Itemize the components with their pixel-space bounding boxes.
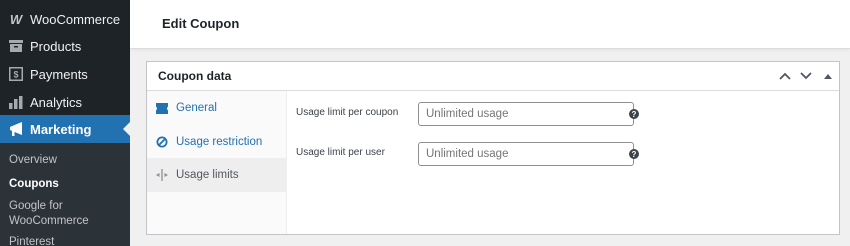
limits-icon	[155, 168, 169, 182]
usage-limit-per-user-input[interactable]	[418, 142, 634, 166]
menu-label: Products	[30, 38, 82, 54]
menu-item-analytics[interactable]: Analytics	[0, 88, 130, 116]
toggle-panel-button[interactable]	[819, 67, 837, 85]
usage-limit-per-coupon-label: Usage limit per coupon	[296, 107, 399, 118]
submenu-item-coupons[interactable]: Coupons	[9, 177, 127, 192]
marketing-icon	[8, 121, 24, 137]
menu-item-woocommerce[interactable]: W WooCommerce	[0, 5, 130, 33]
submenu-item-pinterest[interactable]: Pinterest	[9, 235, 127, 246]
marketing-submenu: Overview Coupons Google for WooCommerce …	[0, 143, 130, 246]
menu-label: WooCommerce	[30, 11, 121, 27]
panel-title: Coupon data	[158, 69, 232, 83]
submenu-item-overview[interactable]: Overview	[9, 153, 127, 168]
tab-label: Usage limits	[176, 169, 239, 181]
chevron-up-icon	[779, 72, 791, 80]
menu-item-payments[interactable]: $ Payments	[0, 60, 130, 88]
page-header: Edit Coupon	[130, 0, 850, 49]
svg-text:$: $	[13, 70, 18, 80]
menu-label: Payments	[30, 66, 88, 82]
move-down-button[interactable]	[797, 67, 815, 85]
menu-item-products[interactable]: Products	[0, 32, 130, 60]
help-tip-icon[interactable]: ?	[629, 109, 639, 119]
analytics-icon	[8, 94, 24, 110]
tab-label: Usage restriction	[176, 136, 263, 148]
tab-general[interactable]: General	[147, 91, 286, 125]
woocommerce-icon: W	[9, 11, 23, 27]
panel-header: Coupon data	[147, 62, 839, 91]
payments-icon: $	[8, 66, 24, 82]
admin-sidebar: W WooCommerce Products $ Payments Analyt…	[0, 0, 130, 246]
usage-limit-per-user-label: Usage limit per user	[296, 147, 385, 158]
products-icon	[8, 38, 24, 54]
tab-usage-limits[interactable]: Usage limits	[147, 158, 286, 192]
ticket-icon	[155, 101, 169, 115]
coupon-data-panel: Coupon data General Usage restriction Us…	[146, 61, 840, 235]
menu-item-marketing[interactable]: Marketing	[0, 115, 130, 143]
help-tip-icon[interactable]: ?	[629, 149, 639, 159]
move-up-button[interactable]	[776, 67, 794, 85]
submenu-item-google-for-woocommerce[interactable]: Google for WooCommerce	[9, 199, 127, 229]
menu-label: Analytics	[30, 94, 83, 110]
chevron-down-icon	[800, 72, 812, 80]
menu-label: Marketing	[30, 121, 92, 137]
usage-limit-per-coupon-input[interactable]	[418, 102, 634, 126]
page-title: Edit Coupon	[162, 16, 240, 31]
active-arrow-indicator	[123, 122, 130, 136]
tab-label: General	[176, 102, 217, 114]
coupon-data-tabs: General Usage restriction Usage limits	[147, 91, 287, 234]
caret-up-icon	[824, 74, 832, 79]
tab-usage-restriction[interactable]: Usage restriction	[147, 125, 286, 159]
restriction-icon	[155, 135, 169, 149]
